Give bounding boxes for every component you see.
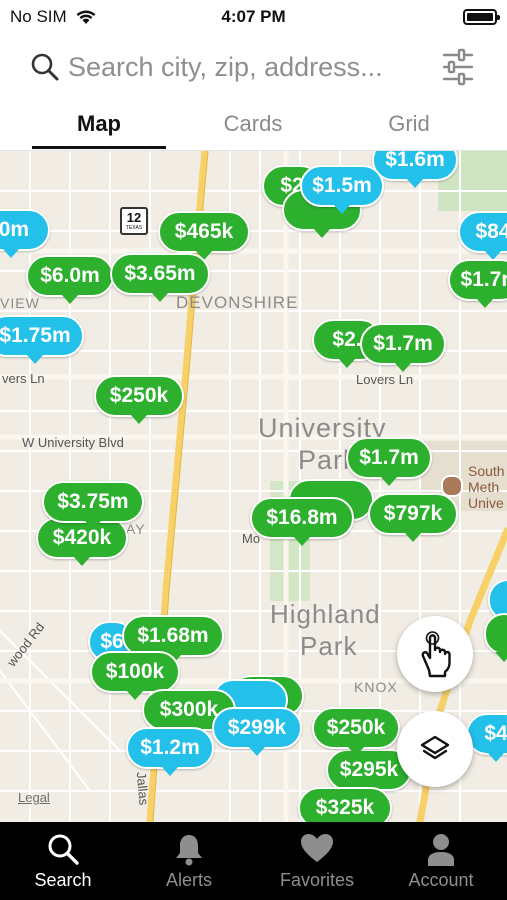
price-pin[interactable]: .0m: [0, 209, 50, 258]
tab-search-label: Search: [34, 870, 92, 890]
price-pin[interactable]: $1.5m: [300, 165, 384, 214]
status-time: 4:07 PM: [221, 7, 286, 26]
map-label-highland-park: Park: [300, 631, 358, 661]
tab-account[interactable]: Account: [378, 822, 504, 900]
highway-shield-icon: 12 TEXAS: [120, 207, 148, 235]
map-label-lovers-ln-east: Lovers Ln: [356, 372, 414, 387]
price-pin[interactable]: $1.7m: [346, 437, 432, 486]
tab-alerts[interactable]: Alerts: [126, 822, 252, 900]
search-input[interactable]: [68, 50, 428, 84]
tab-search[interactable]: Search: [0, 822, 126, 900]
price-pin[interactable]: $299k: [212, 707, 302, 756]
battery-icon: [463, 9, 500, 25]
map-label-unive: Unive: [468, 495, 504, 511]
map-label-meth: Meth: [468, 479, 500, 495]
price-pin[interactable]: $84: [458, 211, 507, 260]
tab-alerts-label: Alerts: [165, 870, 212, 890]
price-pin[interactable]: $3.65m: [110, 253, 210, 302]
tab-map[interactable]: Map: [32, 111, 166, 137]
view-tabs: Map Cards Grid: [0, 100, 507, 151]
tab-favorites[interactable]: Favorites: [254, 822, 380, 900]
map-label-ay: AY: [126, 521, 146, 537]
price-pin[interactable]: $797k: [368, 493, 458, 542]
price-pin[interactable]: $1.2m: [126, 727, 214, 776]
map-label-w-university: W University Blvd: [22, 435, 124, 450]
person-icon: [428, 834, 454, 866]
filter-sliders-icon[interactable]: [440, 47, 476, 87]
layers-icon: [420, 735, 450, 760]
price-pin[interactable]: $16.8m: [250, 497, 354, 546]
map-label-jallas: Jallas: [133, 771, 152, 806]
price-pin[interactable]: $325k: [298, 787, 392, 822]
price-pin[interactable]: $100k: [90, 651, 180, 700]
map-label-lovers-ln-west: vers Ln: [2, 371, 45, 386]
price-pin[interactable]: $1.7m: [360, 323, 446, 372]
price-pin[interactable]: $1.7r: [448, 259, 507, 308]
tab-favorites-label: Favorites: [279, 870, 355, 890]
price-pin[interactable]: $3.75m: [42, 481, 144, 530]
price-pin[interactable]: $250k: [94, 375, 184, 424]
search-icon: [48, 834, 79, 865]
bell-icon: [176, 835, 202, 866]
tab-account-label: Account: [408, 870, 474, 890]
price-pin[interactable]: $6.0m: [26, 255, 114, 304]
map-label-knox: KNOX: [354, 679, 398, 695]
price-pin[interactable]: $1.6m: [372, 151, 458, 188]
tab-grid[interactable]: Grid: [342, 111, 476, 137]
highway-number: 12: [126, 210, 142, 225]
map-layers-button[interactable]: [397, 711, 473, 787]
bottom-tab-bar: Search Alerts Favorites Account: [0, 822, 507, 900]
search-icon: [31, 53, 59, 81]
search-bar: [0, 44, 507, 92]
highway-sub: TEXAS: [125, 225, 143, 231]
price-pin[interactable]: $420k: [36, 517, 128, 566]
map-legal-link[interactable]: Legal: [18, 790, 50, 805]
draw-area-button[interactable]: [397, 616, 473, 692]
map-label-devonshire: DEVONSHIRE: [176, 293, 299, 312]
price-pin[interactable]: $1.75m: [0, 315, 84, 364]
map-label-view: VIEW: [0, 295, 40, 311]
tab-active-indicator: [32, 146, 166, 149]
map-label-south: South: [468, 463, 505, 479]
price-pin[interactable]: $465k: [158, 211, 250, 260]
hand-pointer-icon: [421, 631, 451, 678]
price-pin[interactable]: $250k: [312, 707, 400, 756]
tab-cards[interactable]: Cards: [186, 111, 320, 137]
heart-icon: [301, 834, 333, 862]
map-label-highland: Highland: [270, 599, 381, 629]
map-view[interactable]: 12 TEXAS DEVONSHIRE VIEW vers Ln Lovers …: [0, 151, 507, 822]
status-bar: No SIM 4:07 PM: [0, 0, 507, 34]
